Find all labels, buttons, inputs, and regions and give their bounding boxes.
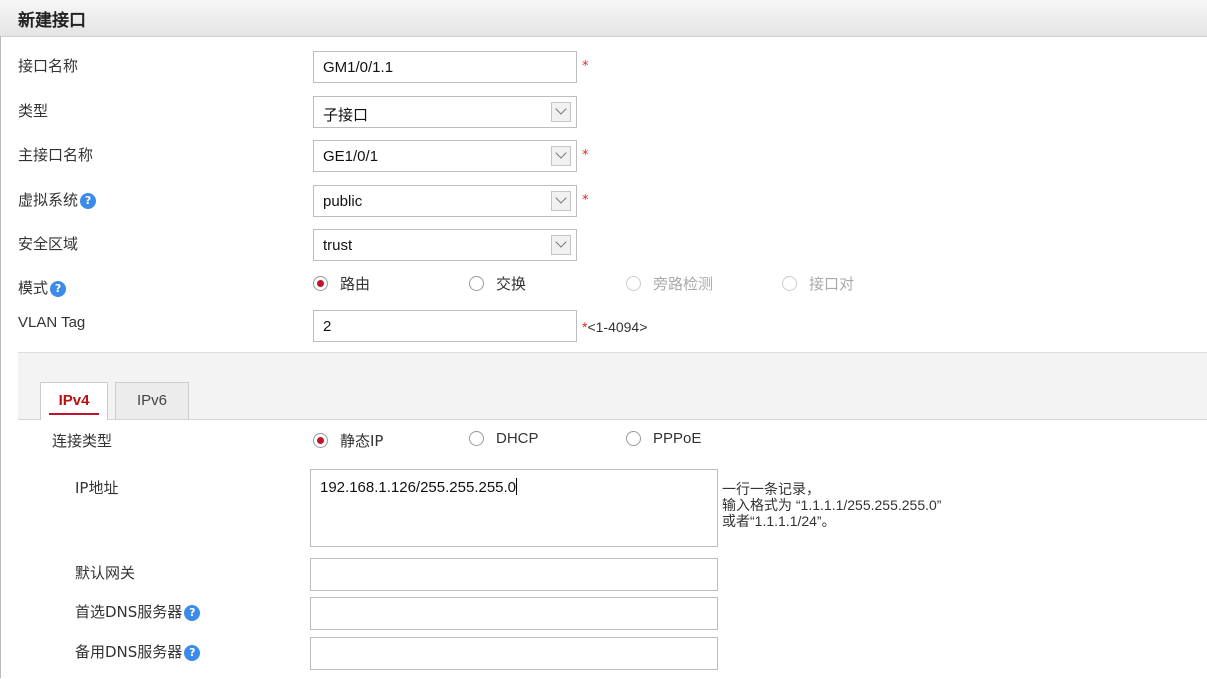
conn-option-label: 静态IP: [340, 432, 384, 450]
mode-label-text: 模式: [18, 279, 49, 297]
security-zone-select[interactable]: trust: [313, 229, 577, 261]
tab-ipv6[interactable]: IPv6: [115, 382, 189, 419]
required-mark: *: [582, 148, 589, 163]
virtual-system-label-text: 虚拟系统: [18, 191, 79, 209]
conn-option-label: PPPoE: [653, 430, 702, 447]
conn-option-label: DHCP: [496, 430, 539, 447]
chevron-down-icon[interactable]: [551, 146, 571, 166]
gateway-input[interactable]: [310, 558, 718, 591]
main-interface-select[interactable]: GE1/0/1: [313, 140, 577, 172]
type-select[interactable]: 子接口: [313, 96, 577, 128]
radio-unchecked-icon: [469, 431, 484, 446]
dialog-titlebar: 新建接口: [0, 0, 1207, 37]
interface-name-input[interactable]: GM1/0/1.1: [313, 51, 577, 83]
ip-address-value: 192.168.1.126/255.255.255.0: [320, 478, 518, 496]
mode-option-label: 交换: [496, 275, 527, 293]
radio-unchecked-icon: [469, 276, 484, 291]
chevron-down-icon[interactable]: [551, 235, 571, 255]
vlan-tag-input[interactable]: 2: [313, 310, 577, 342]
mode-label: 模式?: [18, 277, 67, 298]
ip-format-note: 一行一条记录， 输入格式为 “1.1.1.1/255.255.255.0” 或者…: [722, 481, 941, 529]
primary-dns-label: 首选DNS服务器?: [75, 601, 201, 622]
chevron-down-icon[interactable]: [551, 191, 571, 211]
page-title: 新建接口: [18, 11, 86, 31]
conn-type-label: 连接类型: [52, 432, 113, 450]
note-line: 一行一条记录，: [722, 481, 820, 497]
ip-address-label: IP地址: [75, 479, 119, 497]
mode-radio-bypass: 旁路检测: [626, 273, 713, 294]
tab-underline: [49, 413, 99, 415]
mode-option-label: 接口对: [809, 275, 855, 293]
help-icon[interactable]: ?: [184, 604, 201, 621]
chevron-down-icon[interactable]: [551, 102, 571, 122]
radio-checked-icon: [313, 276, 328, 291]
tab-ipv4[interactable]: IPv4: [40, 382, 108, 420]
radio-unchecked-icon: [626, 276, 641, 291]
conn-radio-dhcp[interactable]: DHCP: [469, 430, 539, 447]
required-mark: *: [582, 59, 589, 74]
virtual-system-label: 虚拟系统?: [18, 189, 97, 210]
vlan-range-hint: *<1-4094>: [582, 319, 647, 335]
type-label: 类型: [18, 102, 49, 120]
primary-dns-input[interactable]: [310, 597, 718, 630]
type-value: 子接口: [323, 107, 369, 124]
mode-radio-switch[interactable]: 交换: [469, 273, 526, 294]
mode-option-label: 路由: [340, 275, 371, 293]
help-icon[interactable]: ?: [80, 192, 97, 209]
virtual-system-select[interactable]: public: [313, 185, 577, 217]
mode-option-label: 旁路检测: [653, 275, 714, 293]
help-icon[interactable]: ?: [50, 280, 67, 297]
help-icon[interactable]: ?: [184, 644, 201, 661]
interface-name-label: 接口名称: [18, 57, 79, 75]
mode-radio-pair: 接口对: [782, 273, 854, 294]
secondary-dns-input[interactable]: [310, 637, 718, 670]
ip-address-text: 192.168.1.126/255.255.255.0: [320, 479, 517, 496]
virtual-system-value: public: [323, 193, 363, 210]
radio-unchecked-icon: [626, 431, 641, 446]
security-zone-value: trust: [323, 237, 353, 254]
secondary-dns-label-text: 备用DNS服务器: [75, 643, 183, 661]
tab-label: IPv6: [136, 392, 167, 409]
vlan-range-text: <1-4094>: [587, 319, 648, 335]
gateway-label: 默认网关: [75, 564, 136, 582]
secondary-dns-label: 备用DNS服务器?: [75, 641, 201, 662]
security-zone-label: 安全区域: [18, 235, 79, 253]
left-border: [0, 36, 1, 678]
ip-address-textarea[interactable]: 192.168.1.126/255.255.255.0: [310, 469, 718, 547]
tab-label: IPv4: [58, 392, 90, 409]
text-caret: [516, 478, 518, 495]
vlan-tag-label: VLAN Tag: [18, 314, 86, 331]
conn-radio-pppoe[interactable]: PPPoE: [626, 430, 701, 447]
primary-dns-label-text: 首选DNS服务器: [75, 603, 183, 621]
vlan-tag-value: 2: [323, 318, 332, 335]
note-line: 输入格式为 “1.1.1.1/255.255.255.0”: [722, 497, 942, 513]
conn-radio-static[interactable]: 静态IP: [313, 430, 383, 451]
required-mark: *: [582, 193, 589, 208]
interface-name-value: GM1/0/1.1: [323, 59, 394, 76]
radio-checked-icon: [313, 433, 328, 448]
radio-unchecked-icon: [782, 276, 797, 291]
note-line: 或者“1.1.1.1/24”。: [722, 513, 836, 529]
main-interface-label: 主接口名称: [18, 146, 94, 164]
main-interface-value: GE1/0/1: [323, 148, 379, 165]
mode-radio-route[interactable]: 路由: [313, 273, 370, 294]
